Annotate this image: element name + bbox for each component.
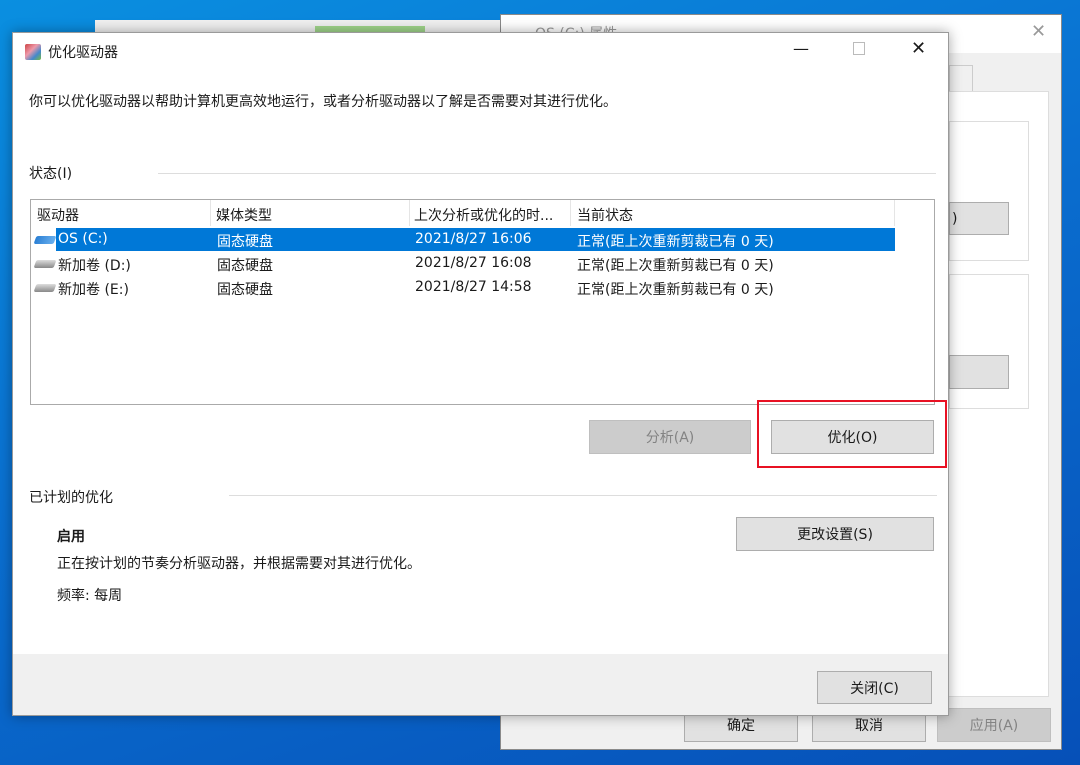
change-settings-button[interactable]: 更改设置(S) — [736, 517, 934, 551]
media-type: 固态硬盘 — [217, 255, 273, 275]
highlight-box — [757, 400, 947, 468]
close-icon[interactable]: ✕ — [1031, 21, 1046, 42]
divider — [158, 173, 936, 174]
apply-button: 应用(A) — [937, 708, 1051, 742]
schedule-enabled: 启用 — [57, 526, 85, 546]
close-button[interactable]: 关闭(C) — [817, 671, 932, 704]
current-status: 正常(距上次重新剪裁已有 0 天) — [577, 279, 774, 299]
table-row[interactable]: OS (C:) 固态硬盘 2021/8/27 16:06 正常(距上次重新剪裁已… — [31, 228, 934, 251]
schedule-frequency: 频率: 每周 — [57, 585, 122, 605]
close-icon[interactable]: ✕ — [911, 38, 926, 59]
scheduled-label: 已计划的优化 — [29, 487, 113, 507]
media-type: 固态硬盘 — [217, 231, 273, 251]
minimize-icon[interactable]: — — [793, 39, 809, 58]
media-type: 固态硬盘 — [217, 279, 273, 299]
drive-name: OS (C:) — [58, 231, 108, 247]
current-status: 正常(距上次重新剪裁已有 0 天) — [577, 231, 774, 251]
optimize-drives-dialog: 优化驱动器 — ✕ 你可以优化驱动器以帮助计算机更高效地运行，或者分析驱动器以了… — [12, 32, 949, 716]
drive-name: 新加卷 (D:) — [58, 255, 131, 275]
column-header-media[interactable]: 媒体类型 — [216, 205, 272, 225]
properties-button-1[interactable]: ) — [949, 202, 1009, 235]
properties-button-2[interactable] — [949, 355, 1009, 389]
column-header-last-run[interactable]: 上次分析或优化的时... — [414, 205, 553, 225]
column-header-status[interactable]: 当前状态 — [577, 205, 633, 225]
description: 你可以优化驱动器以帮助计算机更高效地运行，或者分析驱动器以了解是否需要对其进行优… — [29, 91, 617, 111]
table-row[interactable]: 新加卷 (E:) 固态硬盘 2021/8/27 14:58 正常(距上次重新剪裁… — [31, 276, 934, 299]
last-run: 2021/8/27 14:58 — [415, 279, 532, 295]
column-header-drive[interactable]: 驱动器 — [37, 205, 79, 225]
windows-drive-icon — [34, 236, 57, 244]
analyze-button: 分析(A) — [589, 420, 751, 454]
last-run: 2021/8/27 16:08 — [415, 255, 532, 271]
drive-icon — [34, 260, 57, 268]
footer — [13, 654, 948, 715]
dialog-title: 优化驱动器 — [48, 42, 118, 62]
maximize-icon[interactable] — [853, 42, 865, 55]
status-label: 状态(I) — [29, 163, 72, 183]
divider — [229, 495, 937, 496]
app-icon — [25, 44, 41, 60]
schedule-description: 正在按计划的节奏分析驱动器，并根据需要对其进行优化。 — [57, 553, 421, 573]
drive-icon — [34, 284, 57, 292]
table-row[interactable]: 新加卷 (D:) 固态硬盘 2021/8/27 16:08 正常(距上次重新剪裁… — [31, 252, 934, 275]
list-header: 驱动器 媒体类型 上次分析或优化的时... 当前状态 — [31, 200, 934, 226]
last-run: 2021/8/27 16:06 — [415, 231, 532, 247]
current-status: 正常(距上次重新剪裁已有 0 天) — [577, 255, 774, 275]
drive-list[interactable]: 驱动器 媒体类型 上次分析或优化的时... 当前状态 OS (C:) 固态硬盘 … — [30, 199, 935, 405]
drive-name: 新加卷 (E:) — [58, 279, 129, 299]
